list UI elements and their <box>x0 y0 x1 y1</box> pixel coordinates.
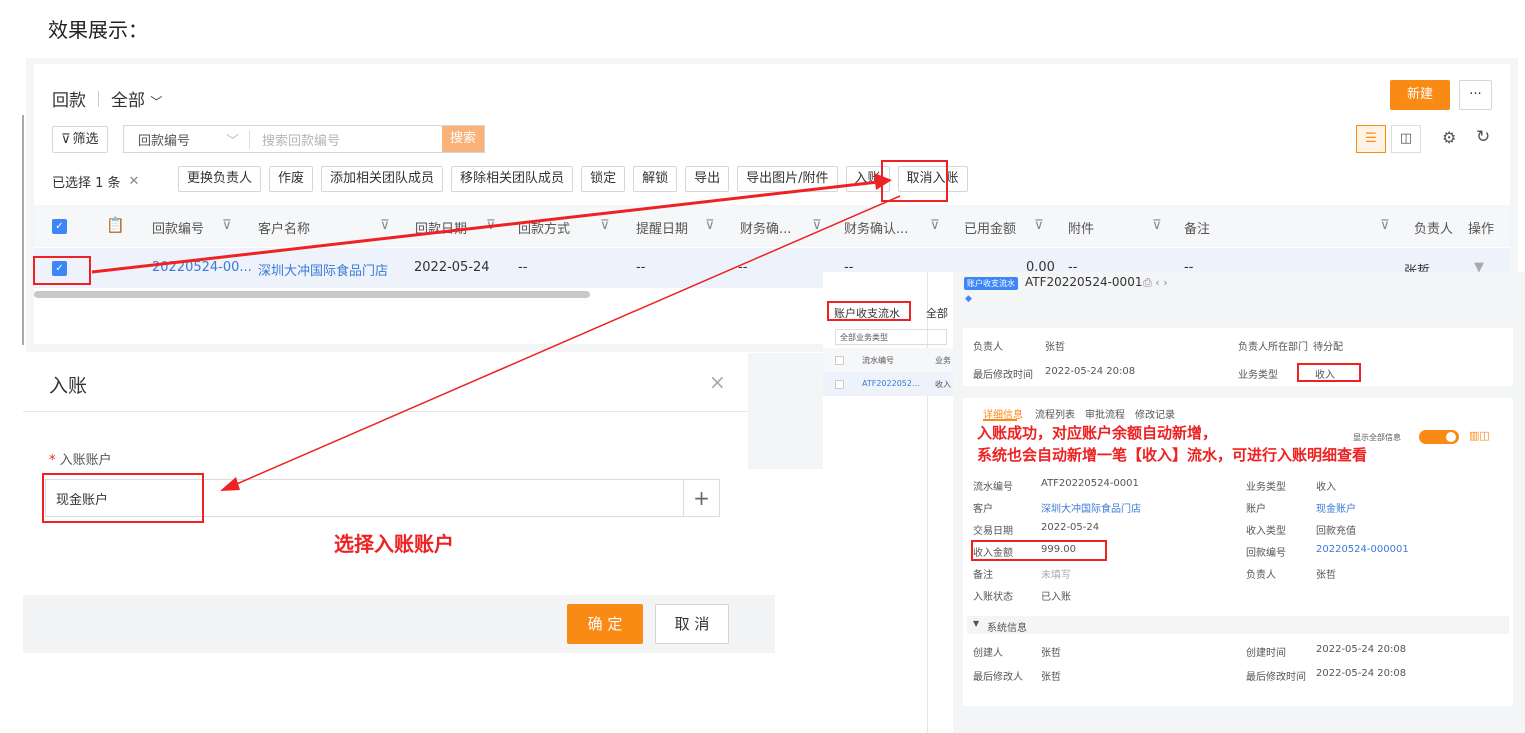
annotation-arrows <box>91 173 901 491</box>
